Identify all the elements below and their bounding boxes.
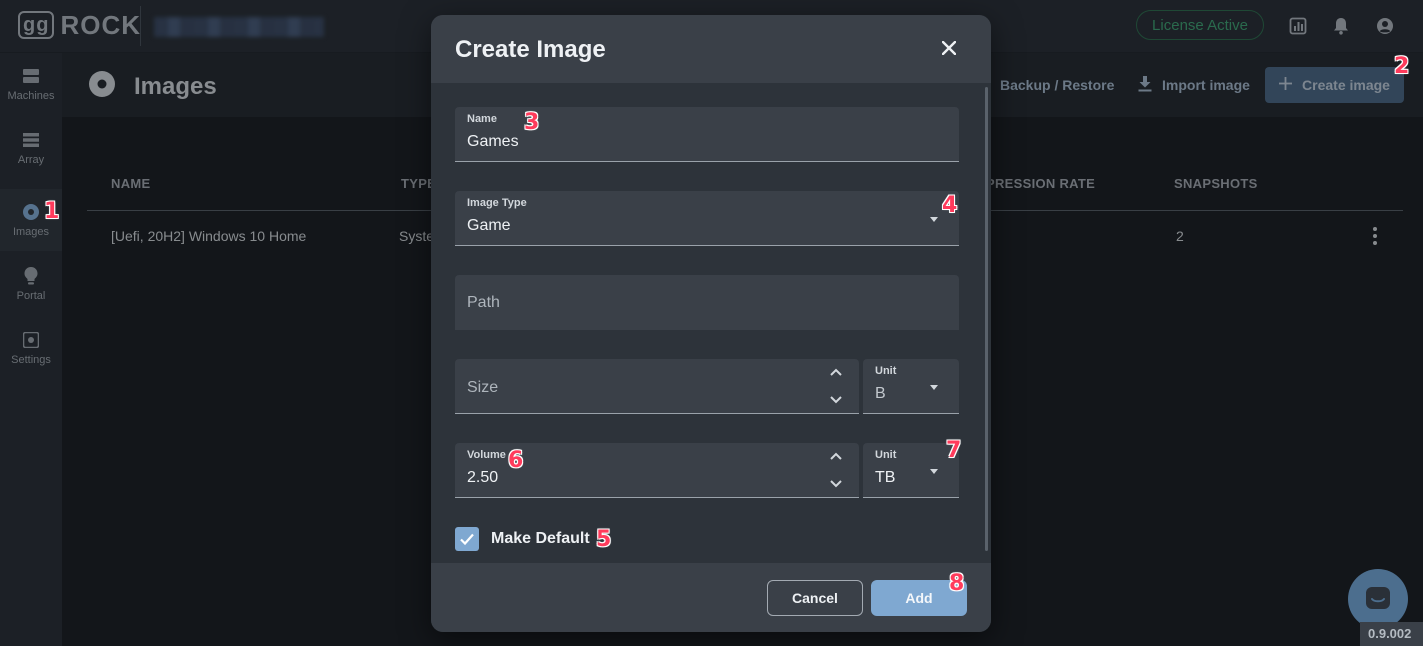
volume-stepper[interactable]	[829, 452, 843, 488]
size-placeholder: Size	[467, 379, 499, 396]
chat-launcher-icon[interactable]	[1348, 569, 1408, 629]
name-field-label: Name	[467, 113, 497, 125]
annotation-marker-5: 5	[596, 527, 612, 552]
dialog-body: Name Games Image Type Game Path Size Uni…	[431, 83, 991, 563]
volume-label: Volume	[467, 449, 506, 461]
make-default-checkbox[interactable]	[455, 527, 479, 551]
annotation-marker-3: 3	[524, 110, 540, 135]
close-icon[interactable]	[938, 37, 960, 59]
image-type-value: Game	[467, 217, 511, 234]
chevron-down-icon	[930, 217, 938, 222]
app-version: 0.9.002	[1360, 622, 1423, 646]
size-stepper[interactable]	[829, 368, 843, 404]
annotation-marker-6: 6	[508, 448, 524, 473]
dialog-title: Create Image	[455, 36, 606, 63]
image-type-select[interactable]: Image Type Game	[455, 191, 959, 246]
volume-unit-label: Unit	[875, 449, 897, 461]
annotation-marker-7: 7	[946, 438, 962, 463]
annotation-marker-4: 4	[942, 193, 958, 218]
path-placeholder: Path	[467, 294, 500, 311]
chevron-down-icon	[830, 396, 842, 404]
chevron-down-icon	[830, 480, 842, 488]
chevron-up-icon	[830, 368, 842, 376]
image-type-label: Image Type	[467, 197, 527, 209]
cancel-button[interactable]: Cancel	[767, 580, 863, 616]
volume-value: 2.50	[467, 469, 499, 486]
chevron-down-icon	[930, 385, 938, 390]
path-field[interactable]: Path	[455, 275, 959, 330]
create-image-dialog: Create Image Name Games Image Type Game …	[431, 15, 991, 632]
annotation-marker-2: 2	[1394, 54, 1410, 79]
volume-unit-value: TB	[875, 469, 896, 486]
dialog-footer: Cancel Add	[431, 563, 991, 632]
name-field-value: Games	[467, 133, 519, 150]
dialog-header: Create Image	[431, 15, 991, 83]
annotation-marker-1: 1	[44, 199, 60, 224]
size-unit-value: B	[875, 385, 886, 402]
annotation-marker-8: 8	[949, 571, 965, 596]
chevron-up-icon	[830, 452, 842, 460]
volume-unit-select[interactable]: Unit TB	[863, 443, 959, 498]
chevron-down-icon	[930, 469, 938, 474]
make-default-label[interactable]: Make Default	[491, 530, 590, 548]
size-field[interactable]: Size	[455, 359, 859, 414]
size-unit-select[interactable]: Unit B	[863, 359, 959, 414]
check-icon	[460, 533, 474, 546]
size-unit-label: Unit	[875, 365, 897, 377]
dialog-scrollbar[interactable]	[985, 87, 988, 551]
